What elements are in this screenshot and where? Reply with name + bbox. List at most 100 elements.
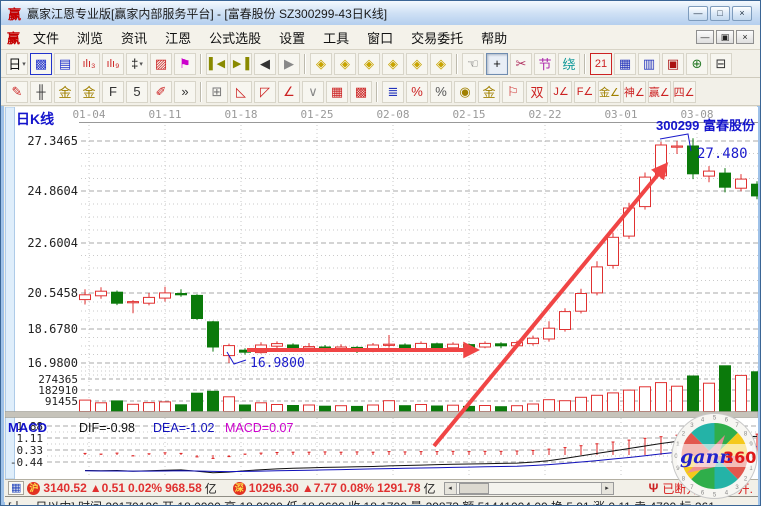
prev-bar-button[interactable]: ◀ <box>254 53 276 75</box>
draw-brush-button[interactable]: ✎ <box>6 81 28 103</box>
red-grid-button[interactable]: ▦ <box>326 81 348 103</box>
cycle-tool-button[interactable]: 绕 <box>558 53 580 75</box>
diamond-cross-button[interactable]: ◈ <box>406 53 428 75</box>
close-button[interactable]: × <box>732 6 752 21</box>
comb-grid-button[interactable]: ╫ <box>30 81 52 103</box>
hand-tool-button[interactable]: ☜ <box>462 53 484 75</box>
rect-tool-button[interactable]: ⊞ <box>206 81 228 103</box>
red-grid-dense-button[interactable]: ▩ <box>350 81 372 103</box>
fan-lines-button[interactable]: ◺ <box>230 81 252 103</box>
save-button[interactable]: ▣ <box>662 53 684 75</box>
menu-item-3[interactable]: 江恩 <box>156 26 200 49</box>
five-grid-button[interactable]: 5 <box>126 81 148 103</box>
si-line-button[interactable]: 四∠ <box>673 81 696 103</box>
child-restore-button[interactable]: ▣ <box>716 30 734 44</box>
wave-tool-button[interactable]: 双 <box>526 81 548 103</box>
child-close-button[interactable]: × <box>736 30 754 44</box>
diamond-expand-button[interactable]: ◈ <box>358 53 380 75</box>
gold-line-button[interactable]: 金 <box>478 81 500 103</box>
diamond-right-button[interactable]: ◈ <box>334 53 356 75</box>
quote-table-icon[interactable]: ▦ <box>8 481 24 495</box>
cut-tool-button[interactable]: ✂ <box>510 53 532 75</box>
toolbar-separator <box>584 54 586 74</box>
kline-3-icon[interactable]: ılı₃ <box>78 53 100 75</box>
menu-item-0[interactable]: 文件 <box>24 26 68 49</box>
wave-check-button[interactable]: ∨ <box>302 81 324 103</box>
gold-grid-2-button[interactable]: 金 <box>78 81 100 103</box>
sz-amount: 1291.78 <box>377 481 420 495</box>
pattern-red-icon[interactable]: ▨ <box>150 53 172 75</box>
j-line-button[interactable]: J∠ <box>550 81 572 103</box>
crosshair-tool-button[interactable]: + <box>486 53 508 75</box>
horizontal-scrollbar[interactable]: ◂ ▸ <box>444 482 614 495</box>
menu-item-9[interactable]: 帮助 <box>472 26 516 49</box>
svg-text:91455: 91455 <box>45 395 78 408</box>
minimize-button[interactable]: — <box>688 6 708 21</box>
pane-separator[interactable] <box>5 412 758 418</box>
percent-line-button[interactable]: % <box>430 81 452 103</box>
pattern-select-icon[interactable]: ▩ <box>30 53 52 75</box>
svg-text:01-04: 01-04 <box>72 108 105 121</box>
app-logo-icon: 赢 <box>8 4 21 23</box>
gold-grid-button[interactable]: 金 <box>54 81 76 103</box>
svg-text:20.5458: 20.5458 <box>27 286 78 300</box>
notes-button[interactable]: ▥ <box>638 53 660 75</box>
svg-text:02-15: 02-15 <box>452 108 485 121</box>
print-button[interactable]: ⊟ <box>710 53 732 75</box>
period-daily-button[interactable]: 日▾ <box>6 53 28 75</box>
toolbar-separator <box>200 82 202 102</box>
menu-item-7[interactable]: 窗口 <box>358 26 402 49</box>
h-scrollbar-thumb[interactable] <box>459 483 489 494</box>
diamond-left2-button[interactable]: ◈ <box>382 53 404 75</box>
menu-item-4[interactable]: 公式选股 <box>200 26 270 49</box>
more-tools-button[interactable]: » <box>174 81 196 103</box>
connection-status[interactable]: Ψ 已断开,双点打开. <box>649 480 753 497</box>
list-levels-button[interactable]: ≣ <box>382 81 404 103</box>
svg-text:03-01: 03-01 <box>604 108 637 121</box>
menu-item-5[interactable]: 设置 <box>270 26 314 49</box>
scroll-right-button[interactable]: ▸ <box>601 483 613 494</box>
last-bar-button[interactable]: ▶▐ <box>230 53 252 75</box>
festival-tool-button[interactable]: 节 <box>534 53 556 75</box>
kline-chart[interactable]: 01-0401-1101-1801-2502-0802-1502-2203-01… <box>5 107 758 479</box>
calculator-button[interactable]: ▦ <box>614 53 636 75</box>
toolbar-main: 日▾▩▤ılı₃ılı₉‡▾▨⚑▌◀▶▐◀▶◈◈◈◈◈◈☜+✂节绕21▦▥▣⊕⊟ <box>1 50 760 78</box>
status-bar: ▦ 沪 3140.52 ▲0.51 0.02% 968.58 亿 深 10296… <box>5 479 758 496</box>
chart-area[interactable]: 01-0401-1101-1801-2502-0802-1502-2203-01… <box>5 107 758 479</box>
web-mail-button[interactable]: ⊕ <box>686 53 708 75</box>
diamond-compress-button[interactable]: ◈ <box>430 53 452 75</box>
svg-text:02-22: 02-22 <box>528 108 561 121</box>
colorful-flag-icon[interactable]: ⚑ <box>174 53 196 75</box>
menu-item-8[interactable]: 交易委托 <box>402 26 472 49</box>
fan-box-button[interactable]: ◸ <box>254 81 276 103</box>
gold-circle-button[interactable]: ◉ <box>454 81 476 103</box>
sz-amount-unit: 亿 <box>424 480 436 497</box>
percent-retrace-button[interactable]: % <box>406 81 428 103</box>
svg-text:18.6780: 18.6780 <box>27 322 78 336</box>
maximize-button[interactable]: □ <box>710 6 730 21</box>
svg-text:MACD=0.07: MACD=0.07 <box>225 421 293 435</box>
shen-line-button[interactable]: 神∠ <box>623 81 646 103</box>
scroll-left-button[interactable]: ◂ <box>445 483 457 494</box>
menu-logo-icon: 赢 <box>7 28 20 47</box>
gold-angle-button[interactable]: 金∠ <box>598 81 621 103</box>
menu-item-1[interactable]: 浏览 <box>68 26 112 49</box>
pin-brush-button[interactable]: ✐ <box>150 81 172 103</box>
symbol-label: 300299 富春股份 <box>656 118 756 133</box>
svg-text:16.9800: 16.9800 <box>27 356 78 370</box>
calendar-21-button[interactable]: 21 <box>590 53 612 75</box>
first-bar-button[interactable]: ▌◀ <box>206 53 228 75</box>
f-grid-button[interactable]: F <box>102 81 124 103</box>
child-minimize-button[interactable]: — <box>696 30 714 44</box>
flag-knife-button[interactable]: ⚐ <box>502 81 524 103</box>
angle-lines-button[interactable]: ∠ <box>278 81 300 103</box>
menu-item-6[interactable]: 工具 <box>314 26 358 49</box>
pin-tool-button[interactable]: ‡▾ <box>126 53 148 75</box>
next-bar-button[interactable]: ▶ <box>278 53 300 75</box>
win-line-button[interactable]: 赢∠ <box>648 81 671 103</box>
kline-9-icon[interactable]: ılı₉ <box>102 53 124 75</box>
f-line-button[interactable]: F∠ <box>574 81 596 103</box>
diamond-left-button[interactable]: ◈ <box>310 53 332 75</box>
info-panel-icon[interactable]: ▤ <box>54 53 76 75</box>
menu-item-2[interactable]: 资讯 <box>112 26 156 49</box>
